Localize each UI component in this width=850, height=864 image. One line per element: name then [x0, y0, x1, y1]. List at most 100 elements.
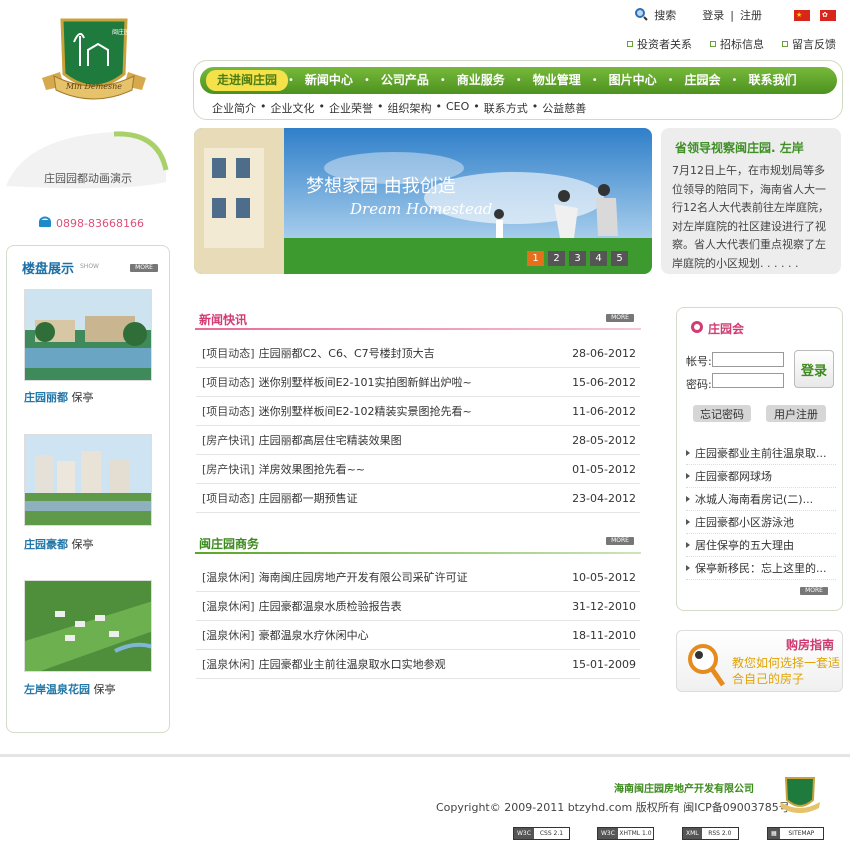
forgot-password-button[interactable]: 忘记密码 — [693, 405, 751, 422]
property-caption-haodu[interactable]: 庄园豪都 保亭 — [24, 536, 94, 552]
subnav-honor[interactable]: 企业荣誉 — [329, 100, 373, 116]
headline-title[interactable]: 省领导视察闽庄园. 左岸 — [675, 139, 804, 156]
banner-page-3[interactable]: 3 — [569, 251, 586, 266]
animation-demo-label[interactable]: 庄园园都动画演示 — [44, 170, 132, 186]
business-row[interactable]: [温泉休闲] 海南闽庄园房地产开发有限公司采矿许可证 10-05-2012 — [196, 563, 640, 592]
subnav-contact[interactable]: 联系方式 — [484, 100, 528, 116]
password-input[interactable] — [712, 373, 784, 388]
footer-company: 海南闽庄园房地产开发有限公司 — [614, 784, 754, 795]
rss-badge[interactable]: XML RSS 2.0 — [682, 827, 739, 840]
footer-divider — [0, 754, 850, 757]
animation-demo-box[interactable] — [6, 130, 176, 204]
phone-icon — [38, 216, 52, 231]
nav-item-gallery[interactable]: 图片中心 — [598, 70, 668, 91]
subnav-structure[interactable]: 组织架构 — [388, 100, 432, 116]
news-row[interactable]: [房产快讯] 庄园丽都高层住宅精装效果图 28-05-2012 — [196, 426, 640, 455]
phone-number: 0898-83668166 — [38, 216, 144, 231]
club-list-item[interactable]: 居住保亭的五大理由 — [686, 534, 836, 557]
business-row[interactable]: [温泉休闲] 庄园豪都温泉水质检验报告表 31-12-2010 — [196, 592, 640, 621]
nav-item-about[interactable]: 走进闽庄园 — [206, 70, 289, 91]
account-input[interactable] — [712, 352, 784, 367]
nav-item-contact[interactable]: 联系我们 — [737, 70, 807, 91]
news-section-line — [195, 328, 641, 330]
magnifier-icon — [688, 644, 726, 687]
hero-banner[interactable]: 梦想家园 由我创造 Dream Homestead 1 2 3 4 5 — [194, 128, 652, 274]
login-button[interactable]: 登录 — [794, 350, 834, 388]
property-thumb-zuoan[interactable] — [24, 580, 152, 672]
property-caption-lidu[interactable]: 庄园丽都 保亭 — [24, 389, 94, 405]
banner-slogan-en: Dream Homestead — [349, 200, 492, 218]
nav-item-news[interactable]: 新闻中心 — [294, 70, 364, 91]
footer-logo — [778, 776, 822, 814]
search-link[interactable]: 搜索 — [654, 7, 676, 23]
news-row[interactable]: [项目动态] 庄园丽都一期预售证 23-04-2012 — [196, 484, 640, 513]
nav-item-club[interactable]: 庄园会 — [674, 70, 732, 91]
club-list-item[interactable]: 保亭新移民：忘上这里的... — [686, 557, 836, 580]
main-nav: 走进闽庄园 • 新闻中心 • 公司产品 • 商业服务 • 物业管理 • 图片中心 • 庄园会… — [200, 67, 837, 94]
news-row[interactable]: [项目动态] 庄园丽都C2、C6、C7号楼封顶大吉 28-06-2012 — [196, 339, 640, 368]
property-thumb-lidu[interactable] — [24, 289, 152, 381]
separator: | — [730, 8, 734, 22]
news-section-title: 新闻快讯 — [199, 313, 248, 327]
logo-subtext: 闽庄园 — [112, 28, 130, 36]
investor-link[interactable]: 投资者关系 — [627, 36, 692, 52]
news-row[interactable]: [项目动态] 迷你别墅样板间E2-102精装实景图抢先看~ 11-06-2012 — [196, 397, 640, 426]
club-list-item[interactable]: 庄园豪都业主前往温泉取... — [686, 442, 836, 465]
tender-link[interactable]: 招标信息 — [710, 36, 764, 52]
business-row[interactable]: [温泉休闲] 豪都温泉水疗休闲中心 18-11-2010 — [196, 621, 640, 650]
css-badge[interactable]: W3C CSS 2.1 — [513, 827, 570, 840]
logo[interactable]: Min Demesne 闽庄园 — [40, 16, 148, 106]
banner-page-2[interactable]: 2 — [548, 251, 565, 266]
headline-body: 7月12日上午，在市规划局等多位领导的陪同下，海南省人大一行12名人大代表前往左… — [672, 164, 829, 270]
search-icon[interactable] — [634, 7, 648, 24]
password-label: 密码: — [686, 378, 712, 391]
business-section-line — [195, 552, 641, 554]
club-more-button[interactable]: MORE — [800, 587, 828, 595]
account-label: 帐号: — [686, 355, 712, 368]
banner-page-4[interactable]: 4 — [590, 251, 607, 266]
feedback-link[interactable]: 留言反馈 — [782, 36, 836, 52]
register-link[interactable]: 注册 — [740, 7, 762, 23]
buying-guide-text: 教您如何选择一套适合自己的房子 — [732, 656, 841, 686]
subnav-culture[interactable]: 企业文化 — [271, 100, 315, 116]
club-list-item[interactable]: 庄园豪都小区游泳池 — [686, 511, 836, 534]
buying-guide-title: 购房指南 — [786, 638, 835, 652]
club-circle-icon — [690, 320, 704, 337]
banner-page-1[interactable]: 1 — [527, 251, 544, 266]
nav-item-business[interactable]: 商业服务 — [446, 70, 516, 91]
club-list-item[interactable]: 冰城人海南看房记(二)... — [686, 488, 836, 511]
sub-nav: 企业简介 • 企业文化 • 企业荣誉 • 组织架构 • CEO • 联系方式 • 公益慈善 — [212, 100, 587, 116]
banner-pager: 1 2 3 4 5 — [527, 251, 628, 266]
user-register-button[interactable]: 用户注册 — [766, 405, 826, 422]
showcase-title: 楼盘展示 — [22, 262, 75, 277]
banner-page-5[interactable]: 5 — [611, 251, 628, 266]
news-more-button[interactable]: MORE — [606, 314, 634, 322]
property-caption-zuoan[interactable]: 左岸温泉花园 保亭 — [24, 681, 116, 697]
news-row[interactable]: [项目动态] 迷你别墅样板间E2-101实拍图新鲜出炉啦~ 15-06-2012 — [196, 368, 640, 397]
news-row[interactable]: [房产快讯] 洋房效果图抢先看~~ 01-05-2012 — [196, 455, 640, 484]
nav-item-products[interactable]: 公司产品 — [370, 70, 440, 91]
flag-hk-icon[interactable]: ✿ — [820, 9, 836, 21]
logo-text: Min Demesne — [65, 82, 122, 91]
club-list-item[interactable]: 庄园豪都网球场 — [686, 465, 836, 488]
flag-cn-icon[interactable]: ★ — [794, 9, 810, 21]
club-title: 庄园会 — [708, 322, 745, 336]
top-links: 搜索 登录 | 注册 ★ ✿ — [634, 6, 836, 24]
business-more-button[interactable]: MORE — [606, 537, 634, 545]
showcase-more-button[interactable]: MORE — [130, 264, 158, 272]
nav-item-property[interactable]: 物业管理 — [522, 70, 592, 91]
business-section-title: 闽庄园商务 — [199, 537, 260, 551]
login-link[interactable]: 登录 — [702, 7, 724, 23]
banner-slogan-cn: 梦想家园 由我创造 — [306, 176, 456, 197]
subnav-ceo[interactable]: CEO — [446, 100, 469, 116]
subnav-intro[interactable]: 企业简介 — [212, 100, 256, 116]
property-thumb-haodu[interactable] — [24, 434, 152, 526]
footer-copyright: Copyright© 2009-2011 btzyhd.com 版权所有 闽IC… — [436, 801, 790, 814]
showcase-subtitle: SHOW — [80, 263, 99, 270]
subnav-charity[interactable]: 公益慈善 — [542, 100, 586, 116]
phone-text: 0898-83668166 — [56, 217, 144, 230]
business-row[interactable]: [温泉休闲] 庄园豪都业主前往温泉取水口实地参观 15-01-2009 — [196, 650, 640, 679]
secondary-links: 投资者关系 招标信息 留言反馈 — [627, 36, 836, 52]
sitemap-badge[interactable]: ▦ SITEMAP — [767, 827, 824, 840]
xhtml-badge[interactable]: W3C XHTML 1.0 — [597, 827, 654, 840]
